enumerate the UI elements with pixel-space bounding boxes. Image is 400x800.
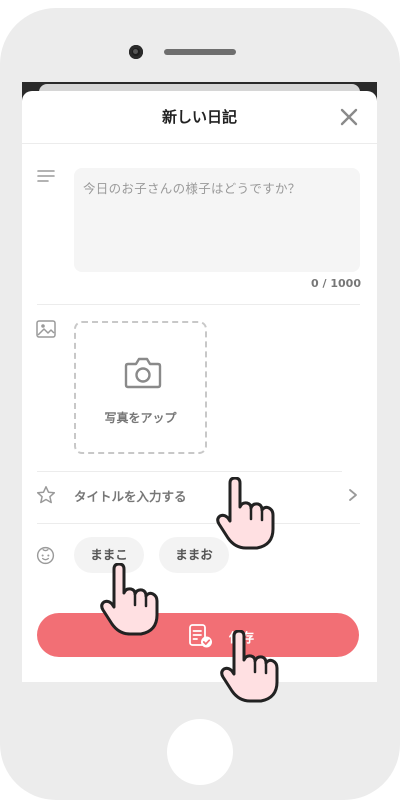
- child-face-icon: [36, 546, 55, 565]
- camera-icon: [124, 357, 162, 389]
- camera-icon: [129, 45, 143, 59]
- pointing-hand-icon: [220, 630, 279, 703]
- divider: [37, 523, 360, 524]
- text-lines-icon: [37, 170, 55, 182]
- diary-body-placeholder: 今日のお子さんの様子はどうですか？: [83, 181, 301, 196]
- pointing-hand-icon: [216, 477, 275, 550]
- photo-upload-button[interactable]: 写真をアップ: [74, 321, 207, 454]
- divider: [37, 304, 360, 305]
- page-title: 新しい日記: [161, 108, 237, 126]
- diary-body-input[interactable]: 今日のお子さんの様子はどうですか？: [74, 168, 360, 272]
- new-diary-sheet: 新しい日記 今日のお子さんの様子はどうですか？ 0 / 1000 写真をアップ …: [22, 91, 377, 682]
- save-note-icon: [189, 624, 212, 648]
- character-counter: 0 / 1000: [311, 277, 361, 290]
- title-input-row[interactable]: タイトルを入力する: [22, 473, 377, 517]
- pointing-hand-icon: [100, 563, 159, 636]
- home-button[interactable]: [167, 719, 233, 785]
- title-input-placeholder: タイトルを入力する: [74, 489, 187, 504]
- image-icon: [36, 320, 56, 338]
- sheet-header: 新しい日記: [22, 91, 377, 144]
- close-icon[interactable]: [335, 103, 363, 131]
- photo-upload-label: 写真をアップ: [104, 411, 177, 425]
- chevron-right-icon: [349, 489, 357, 501]
- speaker-grille: [164, 49, 236, 55]
- phone-frame: 新しい日記 今日のお子さんの様子はどうですか？ 0 / 1000 写真をアップ …: [0, 8, 400, 800]
- save-button[interactable]: 保存: [37, 613, 359, 657]
- star-icon: [36, 486, 56, 504]
- divider: [37, 471, 342, 472]
- screen: 新しい日記 今日のお子さんの様子はどうですか？ 0 / 1000 写真をアップ …: [22, 82, 377, 682]
